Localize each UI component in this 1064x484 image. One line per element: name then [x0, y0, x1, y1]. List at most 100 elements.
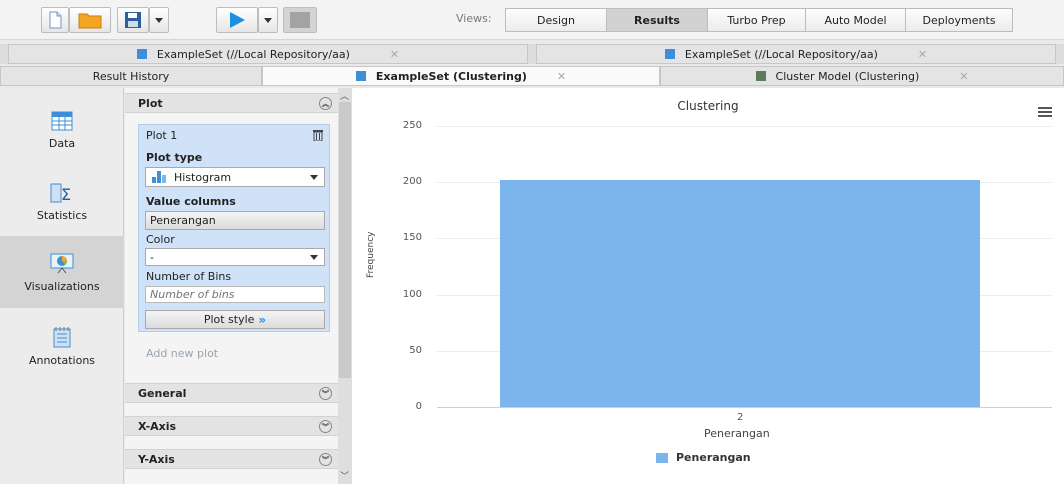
stop-process-button[interactable]	[283, 7, 317, 33]
plot-style-label: Plot style	[203, 313, 255, 326]
add-new-plot-link[interactable]: Add new plot	[146, 347, 218, 360]
main-toolbar: Views: Design Results Turbo Prep Auto Mo…	[0, 0, 1064, 40]
floppy-disk-icon	[125, 12, 141, 28]
nav-label: Statistics	[36, 208, 88, 222]
section-title: General	[138, 386, 187, 400]
number-of-bins-input[interactable]	[145, 286, 325, 303]
tab-exampleset-clustering[interactable]: ExampleSet (Clustering) ✕	[262, 66, 660, 86]
plot-config-panel: Plot ︽ Plot 1 Plot type Histogram Value …	[125, 88, 338, 484]
grid-line	[437, 126, 1052, 127]
histogram-icon	[152, 171, 166, 183]
plot-type-value: Histogram	[174, 170, 232, 184]
tab-result-history[interactable]: Result History	[0, 66, 262, 86]
save-dropdown-button[interactable]	[149, 7, 169, 33]
y-tick-label: 0	[415, 401, 422, 412]
nav-label: Visualizations	[24, 279, 100, 293]
plot-name: Plot 1	[146, 129, 178, 142]
section-plot-header[interactable]: Plot ︽	[125, 93, 338, 113]
scroll-down-icon[interactable]: ﹀	[340, 469, 349, 482]
table-grid-icon	[51, 111, 73, 130]
panel-scrollbar[interactable]: ︿ ﹀	[338, 88, 352, 484]
legend-label: Penerangan	[676, 451, 751, 464]
new-process-button[interactable]	[41, 7, 69, 33]
section-title: X-Axis	[138, 419, 177, 433]
bins-label: Number of Bins	[146, 270, 232, 283]
chevron-down-icon	[310, 175, 318, 180]
stop-icon	[290, 12, 310, 28]
y-tick-label: 200	[402, 176, 422, 188]
result-tab-row-2: Result History ExampleSet (Clustering) ✕…	[0, 66, 1064, 86]
plot-type-select[interactable]: Histogram	[145, 167, 325, 187]
expand-chevron-icon[interactable]: ︾	[319, 387, 332, 400]
nav-statistics[interactable]: Σ Statistics	[0, 166, 124, 238]
run-dropdown-button[interactable]	[258, 7, 278, 33]
close-icon[interactable]: ✕	[918, 48, 927, 61]
view-deployments[interactable]: Deployments	[906, 9, 1012, 31]
result-tab-row-1: ExampleSet (//Local Repository/aa) ✕ Exa…	[0, 44, 1064, 64]
y-tick-label: 100	[402, 288, 422, 300]
table-icon	[664, 49, 675, 59]
close-icon[interactable]: ✕	[959, 70, 968, 83]
color-value: -	[150, 250, 154, 264]
cluster-model-icon	[755, 71, 766, 81]
tab-exampleset-aa-1[interactable]: ExampleSet (//Local Repository/aa) ✕	[8, 44, 528, 64]
value-column-chip[interactable]: Penerangan	[145, 211, 325, 230]
view-results[interactable]: Results	[607, 9, 708, 31]
y-axis-label: Frequency	[366, 231, 376, 279]
view-switcher: Design Results Turbo Prep Auto Model Dep…	[505, 8, 1013, 32]
section-x-axis-header[interactable]: X-Axis ︾	[125, 416, 338, 436]
plot-type-label: Plot type	[146, 151, 203, 164]
view-turbo-prep[interactable]: Turbo Prep	[708, 9, 806, 31]
chevron-down-icon	[155, 17, 163, 23]
svg-text:Σ: Σ	[61, 185, 71, 203]
plot-1-card: Plot 1 Plot type Histogram Value columns…	[138, 124, 330, 332]
y-tick-label: 150	[402, 232, 422, 244]
nav-annotations[interactable]: Annotations	[0, 310, 124, 382]
section-general-header[interactable]: General ︾	[125, 383, 338, 403]
color-select[interactable]: -	[145, 248, 325, 266]
hamburger-menu-icon[interactable]	[1038, 107, 1052, 119]
expand-chevron-icon[interactable]: ︾	[319, 420, 332, 433]
folder-icon	[78, 13, 102, 29]
scroll-up-icon[interactable]: ︿	[340, 89, 349, 102]
scrollbar-thumb[interactable]	[339, 102, 351, 378]
nav-visualizations[interactable]: Visualizations	[0, 236, 124, 308]
x-axis-label: Penerangan	[704, 427, 770, 440]
y-tick-label: 50	[409, 344, 422, 356]
pie-chart-board-icon	[50, 253, 74, 273]
save-button[interactable]	[117, 7, 149, 33]
chevron-down-icon	[310, 255, 318, 260]
section-title: Y-Axis	[138, 452, 175, 466]
close-icon[interactable]: ✕	[557, 70, 566, 83]
x-tick-label: 2	[737, 412, 744, 423]
close-icon[interactable]: ✕	[390, 48, 399, 61]
trash-icon[interactable]	[313, 129, 323, 141]
play-icon	[230, 12, 245, 28]
view-design[interactable]: Design	[506, 9, 607, 31]
table-icon	[355, 71, 366, 81]
run-process-button[interactable]	[216, 7, 258, 33]
new-file-icon	[49, 11, 62, 29]
color-label: Color	[146, 233, 175, 246]
nav-data[interactable]: Data	[0, 94, 124, 166]
legend-swatch	[656, 452, 668, 463]
plot-style-button[interactable]: Plot style »	[145, 310, 325, 329]
view-auto-model[interactable]: Auto Model	[806, 9, 906, 31]
grid-line	[437, 407, 1052, 408]
collapse-chevron-icon[interactable]: ︽	[319, 97, 332, 110]
y-tick-label: 250	[402, 120, 422, 131]
table-icon	[136, 49, 147, 59]
open-folder-button[interactable]	[69, 7, 111, 33]
tab-label: ExampleSet (Clustering)	[375, 69, 527, 83]
section-y-axis-header[interactable]: Y-Axis ︾	[125, 449, 338, 469]
chart-legend[interactable]: Penerangan	[656, 451, 751, 464]
value-columns-label: Value columns	[146, 195, 236, 208]
annotations-note-icon	[53, 326, 71, 347]
tab-cluster-model[interactable]: Cluster Model (Clustering) ✕	[660, 66, 1064, 86]
tab-label: ExampleSet (//Local Repository/aa)	[684, 47, 878, 61]
expand-chevron-icon[interactable]: ︾	[319, 453, 332, 466]
histogram-bar[interactable]	[500, 179, 980, 407]
nav-label: Data	[48, 136, 76, 150]
tab-label: Cluster Model (Clustering)	[775, 69, 920, 83]
tab-exampleset-aa-2[interactable]: ExampleSet (//Local Repository/aa) ✕	[536, 44, 1056, 64]
